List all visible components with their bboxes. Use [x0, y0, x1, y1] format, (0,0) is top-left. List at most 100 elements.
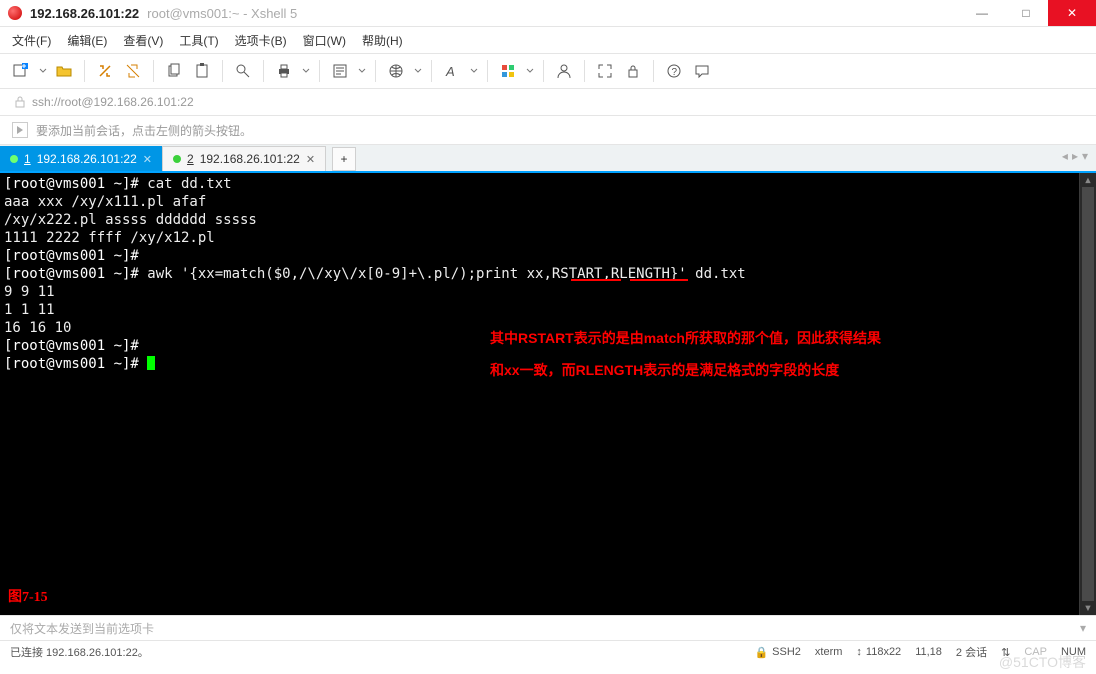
- terminal-line: [root@vms001 ~]# cat dd.txt: [4, 175, 1092, 193]
- session-tabs: 1 192.168.26.101:22 ✕ 2 192.168.26.101:2…: [0, 145, 1096, 173]
- tab-close-icon[interactable]: ✕: [143, 153, 152, 166]
- tab-scroll-right[interactable]: ▸: [1072, 149, 1078, 163]
- status-cursor-pos: 11,18: [915, 646, 942, 658]
- color-button[interactable]: [497, 60, 519, 82]
- figure-label: 图7-15: [8, 589, 48, 607]
- session-tab[interactable]: 1 192.168.26.101:22 ✕: [0, 146, 163, 171]
- status-dot-icon: [10, 155, 18, 163]
- web-button[interactable]: [385, 60, 407, 82]
- tab-scroll-controls: ◂ ▸ ▾: [1062, 149, 1088, 163]
- address-bar: ssh://root@192.168.26.101:22: [0, 89, 1096, 116]
- terminal-line: aaa xxx /xy/x111.pl afaf: [4, 193, 1092, 211]
- terminal[interactable]: [root@vms001 ~]# cat dd.txtaaa xxx /xy/x…: [0, 173, 1096, 615]
- send-bar-dropdown[interactable]: ▾: [1080, 621, 1086, 635]
- terminal-line: /xy/x222.pl assss dddddd sssss: [4, 211, 1092, 229]
- status-dot-icon: [173, 155, 181, 163]
- menu-file[interactable]: 文件(F): [12, 32, 51, 49]
- tab-scroll-left[interactable]: ◂: [1062, 149, 1068, 163]
- tab-label: 192.168.26.101:22: [200, 152, 300, 166]
- print-button[interactable]: [273, 60, 295, 82]
- user-button[interactable]: [553, 60, 575, 82]
- menu-window[interactable]: 窗口(W): [303, 32, 346, 49]
- minimize-icon: —: [976, 6, 988, 20]
- terminal-line: [root@vms001 ~]#: [4, 247, 1092, 265]
- paste-button[interactable]: [191, 60, 213, 82]
- reconnect-button[interactable]: [94, 60, 116, 82]
- menu-view[interactable]: 查看(V): [123, 32, 163, 49]
- chevron-down-icon[interactable]: [470, 67, 478, 75]
- annotation-text: 其中RSTART表示的是由match所获取的那个值，因此获得结果: [490, 325, 881, 351]
- maximize-icon: □: [1022, 6, 1029, 20]
- add-tab-button[interactable]: +: [332, 147, 356, 171]
- resize-icon: ↕: [856, 646, 862, 658]
- tab-number: 1: [24, 152, 31, 166]
- maximize-button[interactable]: □: [1004, 0, 1048, 26]
- menu-help[interactable]: 帮助(H): [362, 32, 403, 49]
- svg-text:?: ?: [672, 67, 678, 78]
- chevron-down-icon[interactable]: [526, 67, 534, 75]
- lock-icon: [14, 96, 26, 108]
- svg-text:A: A: [445, 64, 455, 79]
- terminal-scrollbar[interactable]: ▴ ▾: [1079, 173, 1096, 615]
- status-termtype: xterm: [815, 646, 843, 658]
- status-bar: 已连接 192.168.26.101:22。 🔒 SSH2 xterm ↕ 118x…: [0, 640, 1096, 663]
- cursor: [147, 356, 155, 370]
- chat-button[interactable]: [691, 60, 713, 82]
- font-button[interactable]: A: [441, 60, 463, 82]
- lock-button[interactable]: [622, 60, 644, 82]
- minimize-button[interactable]: —: [960, 0, 1004, 26]
- underline-annotation: [571, 279, 621, 281]
- tab-label: 192.168.26.101:22: [37, 152, 137, 166]
- open-session-button[interactable]: [53, 60, 75, 82]
- status-protocol: SSH2: [772, 646, 801, 658]
- menu-bar: 文件(F) 编辑(E) 查看(V) 工具(T) 选项卡(B) 窗口(W) 帮助(…: [0, 27, 1096, 54]
- status-connection: 已连接 192.168.26.101:22。: [10, 644, 149, 660]
- menu-edit[interactable]: 编辑(E): [67, 32, 107, 49]
- status-sessions: 2 会话: [956, 644, 987, 660]
- add-session-arrow-button[interactable]: [12, 122, 28, 138]
- toolbar: A ?: [0, 54, 1096, 89]
- terminal-line: 1111 2222 ffff /xy/x12.pl: [4, 229, 1092, 247]
- session-tab[interactable]: 2 192.168.26.101:22 ✕: [162, 146, 326, 171]
- chevron-down-icon[interactable]: [414, 67, 422, 75]
- hint-bar: 要添加当前会话，点击左侧的箭头按钮。: [0, 116, 1096, 145]
- tab-menu[interactable]: ▾: [1082, 149, 1088, 163]
- plus-icon: +: [341, 152, 348, 166]
- chevron-down-icon[interactable]: [39, 67, 47, 75]
- watermark: @51CTO博客: [999, 652, 1086, 672]
- send-bar[interactable]: 仅将文本发送到当前选项卡 ▾: [0, 615, 1096, 640]
- window-controls: — □ ✕: [960, 0, 1096, 26]
- disconnect-button[interactable]: [122, 60, 144, 82]
- title-bar: 192.168.26.101:22 root@vms001:~ - Xshell…: [0, 0, 1096, 27]
- hint-text: 要添加当前会话，点击左侧的箭头按钮。: [36, 122, 252, 139]
- tab-close-icon[interactable]: ✕: [306, 153, 315, 166]
- menu-tools[interactable]: 工具(T): [179, 32, 218, 49]
- new-session-button[interactable]: [10, 60, 32, 82]
- terminal-line: 1 1 11: [4, 301, 1092, 319]
- close-icon: ✕: [1067, 6, 1077, 20]
- annotation-text: 和xx一致，而RLENGTH表示的是满足格式的字段的长度: [490, 357, 839, 383]
- app-icon: [8, 6, 22, 20]
- address-url[interactable]: ssh://root@192.168.26.101:22: [32, 95, 194, 109]
- window-title-sub: root@vms001:~ - Xshell 5: [147, 6, 297, 21]
- status-size: 118x22: [866, 646, 901, 658]
- fullscreen-button[interactable]: [594, 60, 616, 82]
- send-bar-text: 仅将文本发送到当前选项卡: [10, 620, 154, 637]
- copy-button[interactable]: [163, 60, 185, 82]
- chevron-down-icon[interactable]: [302, 67, 310, 75]
- properties-button[interactable]: [329, 60, 351, 82]
- scroll-down-icon[interactable]: ▾: [1080, 601, 1096, 615]
- lock-icon: 🔒: [754, 646, 768, 659]
- find-button[interactable]: [232, 60, 254, 82]
- tab-number: 2: [187, 152, 194, 166]
- terminal-line: 9 9 11: [4, 283, 1092, 301]
- scrollbar-thumb[interactable]: [1082, 187, 1094, 601]
- scroll-up-icon[interactable]: ▴: [1080, 173, 1096, 187]
- chevron-down-icon[interactable]: [358, 67, 366, 75]
- window-title-main: 192.168.26.101:22: [30, 6, 139, 21]
- close-button[interactable]: ✕: [1048, 0, 1096, 26]
- terminal-line: [root@vms001 ~]# awk '{xx=match($0,/\/xy…: [4, 265, 1092, 283]
- underline-annotation: [630, 279, 688, 281]
- help-button[interactable]: ?: [663, 60, 685, 82]
- menu-tabs[interactable]: 选项卡(B): [235, 32, 287, 49]
